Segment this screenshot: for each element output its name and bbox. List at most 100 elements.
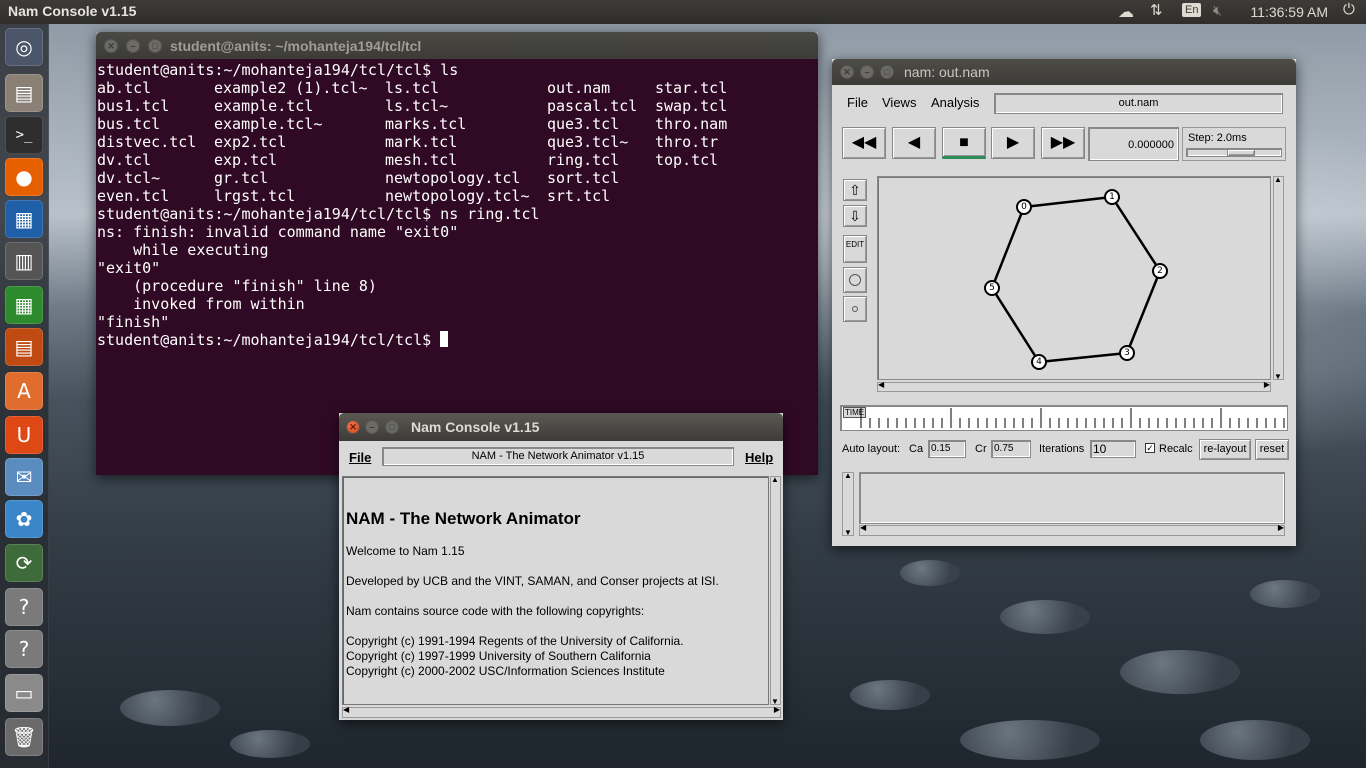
network-canvas[interactable]: 0 1 2 3 4 5 [877,176,1271,380]
launcher-item[interactable]: ? [5,588,43,626]
timeline[interactable]: TIME [840,405,1288,431]
ls-output-row: bus.tcl example.tcl~ marks.tcl que3.tcl thro… [97,115,817,133]
launcher-item[interactable]: ◎ [5,28,43,66]
link[interactable] [1110,196,1162,272]
launcher-item[interactable]: ▤ [5,328,43,366]
scroll-up-arrow-icon[interactable]: ▲ [1274,175,1282,184]
canvas-horizontal-scrollbar[interactable]: ◀ ▶ [877,380,1271,392]
edit-button[interactable]: EDIT [843,235,867,263]
menu-views[interactable]: Views [882,95,916,110]
link[interactable] [1038,351,1128,364]
launcher-item[interactable]: ▤ [5,74,43,112]
fast-forward-button[interactable]: ▶▶ [1041,127,1085,159]
terminal-window[interactable]: ✕ – □ student@anits: ~/mohanteja194/tcl/… [96,32,818,475]
link[interactable] [990,287,1041,363]
rewind-button[interactable]: ◀◀ [842,127,886,159]
terminal-prompt-ls: student@anits:~/mohanteja194/tcl/tcl$ ls [97,61,459,79]
clock[interactable]: 11:36:59 AM [1250,4,1328,20]
launcher-item[interactable]: ✿ [5,500,43,538]
link[interactable] [1023,195,1113,209]
scroll-up-arrow-icon[interactable]: ▲ [771,475,779,484]
console-horizontal-scrollbar[interactable]: ◀ ▶ [342,705,781,718]
console-menu-help[interactable]: Help [745,450,773,465]
scroll-right-arrow-icon[interactable]: ▶ [1264,380,1270,389]
launcher-item[interactable]: ▦ [5,286,43,324]
nam-animator-window[interactable]: ✕ – □ nam: out.nam File Views Analysis o… [832,59,1296,546]
node-label: 4 [1036,357,1042,367]
ls-file-name: example2 (1).tcl~ [214,79,368,97]
zoom-out-icon: ⇩ [849,208,861,224]
play-back-icon: ◀ [907,134,921,151]
cloud-icon[interactable]: ☁ [1118,2,1134,22]
relayout-button[interactable]: re-layout [1199,439,1251,460]
terminal-titlebar[interactable]: ✕ – □ student@anits: ~/mohanteja194/tcl/… [96,32,818,60]
reset-button[interactable]: reset [1255,439,1289,460]
annotation-vertical-scrollbar[interactable]: ▲ ▼ [842,471,854,537]
launcher-item[interactable]: ? [5,630,43,668]
zoom-in-button[interactable]: ⇧ [843,179,867,201]
launcher-item[interactable]: ▥ [5,242,43,280]
power-icon[interactable]: ⏻ [1343,1,1355,18]
nam-console-window[interactable]: ✕ – □ Nam Console v1.15 File NAM - The N… [339,413,783,720]
nam-console-titlebar[interactable]: ✕ – □ Nam Console v1.15 [339,413,783,441]
time-display: 0.000000 [1088,127,1179,161]
scroll-right-arrow-icon[interactable]: ▶ [774,705,780,714]
zoom-out-button[interactable]: ⇩ [843,205,867,227]
link[interactable] [1125,270,1162,354]
console-menu-file[interactable]: File [349,450,371,465]
annotation-horizontal-scrollbar[interactable]: ◀ ▶ [859,523,1285,536]
maximize-icon[interactable]: □ [148,39,162,53]
nam-title: nam: out.nam [904,64,990,80]
launcher-item[interactable]: ▦ [5,200,43,238]
launcher-item[interactable]: >_ [5,116,43,154]
cr-input[interactable]: 0.75 [991,440,1031,458]
scroll-down-arrow-icon[interactable]: ▼ [1274,372,1282,381]
canvas-vertical-scrollbar[interactable]: ▲ ▼ [1273,175,1284,381]
ls-file-name: star.tcl [655,79,728,97]
console-text-area[interactable]: NAM - The Network Animator Welcome to Na… [342,476,769,705]
minimize-icon[interactable]: – [126,39,140,53]
wallpaper-stone [900,560,960,586]
step-slider[interactable] [1186,148,1282,157]
maximize-icon[interactable]: □ [880,65,894,79]
minimize-icon[interactable]: – [365,420,379,434]
launcher-item[interactable]: A [5,372,43,410]
scroll-left-arrow-icon[interactable]: ◀ [860,523,866,532]
back-button[interactable]: ◀ [892,127,936,159]
close-icon[interactable]: ✕ [346,420,360,434]
menu-file[interactable]: File [847,95,868,110]
keyboard-layout-indicator[interactable]: En [1182,3,1202,17]
menu-analysis[interactable]: Analysis [931,95,979,110]
stop-button[interactable]: ■ [942,127,986,159]
step-slider-thumb[interactable] [1227,149,1255,156]
iterations-input[interactable]: 10 [1090,440,1136,458]
annotation-panel[interactable] [859,472,1285,524]
recalc-checkbox[interactable]: ✓ [1145,443,1155,453]
node-tool-button[interactable] [843,267,867,293]
launcher-item[interactable]: ▭ [5,674,43,712]
scroll-right-arrow-icon[interactable]: ▶ [1278,523,1284,532]
minimize-icon[interactable]: – [860,65,874,79]
link[interactable] [990,206,1026,289]
maximize-icon[interactable]: □ [385,420,399,434]
small-node-tool-button[interactable] [843,296,867,322]
launcher-item[interactable]: ● [5,158,43,196]
network-updown-icon[interactable]: ⇅ [1150,1,1163,19]
launcher-item[interactable]: 🗑 [5,718,43,756]
launcher-item[interactable]: U [5,416,43,454]
close-icon[interactable]: ✕ [104,39,118,53]
scroll-left-arrow-icon[interactable]: ◀ [343,705,349,714]
ls-output-row: bus1.tcl example.tcl ls.tcl~ pascal.tcl swap… [97,97,817,115]
nam-titlebar[interactable]: ✕ – □ nam: out.nam [832,59,1296,85]
console-vertical-scrollbar[interactable]: ▲ ▼ [770,475,781,706]
launcher-item[interactable]: ✉ [5,458,43,496]
play-button[interactable]: ▶ [991,127,1035,159]
scroll-up-arrow-icon[interactable]: ▲ [844,471,852,480]
launcher-item[interactable]: ⟳ [5,544,43,582]
launcher: ◎ ▤ >_ ● ▦ ▥ ▦ ▤ A U ✉ ✿ ⟳?? ▭ 🗑 [0,24,49,768]
volume-muted-icon[interactable]: 🔇︎ [1213,2,1222,19]
ca-input[interactable]: 0.15 [928,440,966,458]
close-icon[interactable]: ✕ [840,65,854,79]
scroll-down-arrow-icon[interactable]: ▼ [844,528,852,537]
scroll-left-arrow-icon[interactable]: ◀ [878,380,884,389]
